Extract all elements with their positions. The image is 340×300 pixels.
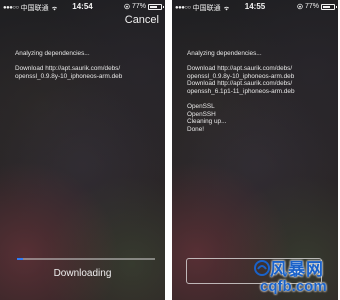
battery-percent: 77% [304,3,319,10]
watermark-brand: 风暴网 [270,260,324,279]
rotation-lock-icon [124,3,130,10]
log-line: Download http://apt.saurik.com/debs/ [15,65,121,73]
log-spacer [15,58,159,66]
rotation-lock-icon [297,3,303,10]
log-line: openssl_0.9.8y-10_iphoneos-arm.deb [15,72,123,80]
cancel-button[interactable]: Cancel [125,14,159,26]
log-line: Cleaning up... [187,118,227,126]
log-line: openssh_6.1p1-11_iphoneos-arm.deb [187,87,295,95]
log-spacer [187,96,332,104]
log-line: openssl_0.9.8y-10_iphoneos-arm.deb [187,72,295,80]
screenshot-pair: ●●●○○ 中国联通 14:54 77% Cancel Analyzing de… [0,0,340,300]
log-line: Analyzing dependencies... [15,50,90,57]
phone-screen-downloading: ●●●○○ 中国联通 14:54 77% Cancel Analyzing de… [0,0,165,300]
log-line: OpenSSL [187,103,215,111]
log-line: Download http://apt.saurik.com/debs/ [187,65,293,73]
battery-group: 77% [297,3,337,10]
download-progress-bar [17,258,155,260]
console-log: Analyzing dependencies... Download http:/… [15,50,159,80]
downloading-status: Downloading [53,268,112,279]
battery-icon [148,3,164,10]
battery-fill [150,5,158,8]
watermark-url: cqfb.com [260,278,327,295]
battery-percent: 77% [131,3,146,10]
battery-fill [323,5,331,8]
blurred-background [0,0,165,300]
log-line: Download http://apt.saurik.com/debs/ [187,80,293,88]
console-log: Analyzing dependencies... Download http:/… [187,50,332,134]
log-line: Analyzing dependencies... [187,50,262,57]
log-line: OpenSSH [187,110,216,118]
battery-group: 77% [124,3,164,10]
log-line: Done! [187,125,205,133]
log-spacer [187,58,332,66]
status-bar: ●●●○○ 中国联通 14:55 77% [172,2,338,14]
watermark: 风暴网 cqfb.com [252,254,340,300]
download-progress-fill [17,258,23,260]
watermark-logo-icon [254,260,270,276]
battery-icon [321,3,337,10]
status-bar: ●●●○○ 中国联通 14:54 77% [0,2,165,14]
